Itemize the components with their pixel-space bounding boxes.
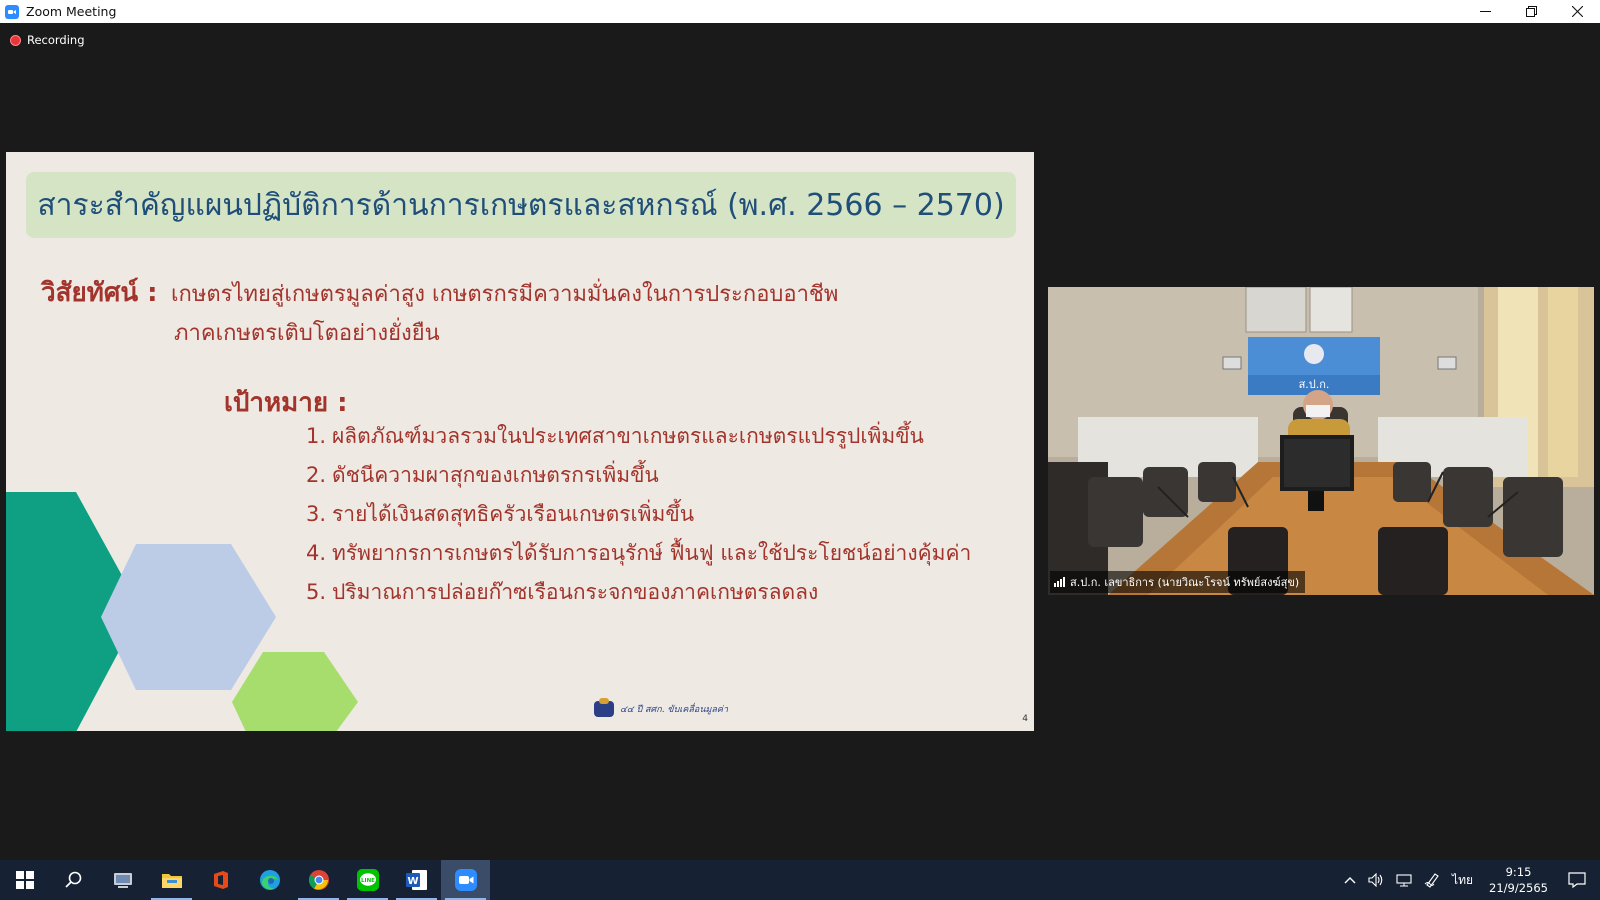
participant-name: ส.ป.ก. เลขาธิการ (นายวิณะโรจน์ ทรัพย์สงฆ… xyxy=(1070,576,1300,589)
vision-label: วิสัยทัศน์ : xyxy=(41,278,158,308)
goal-item: 2. ดัชนีความผาสุกของเกษตรกรเพิ่มขึ้น xyxy=(306,463,659,487)
svg-text:LINE: LINE xyxy=(361,878,375,884)
start-icon xyxy=(15,871,34,889)
clock-date: 21/9/2565 xyxy=(1489,881,1548,895)
recording-label: Recording xyxy=(27,33,85,47)
network-button[interactable] xyxy=(1390,860,1418,900)
minimize-button[interactable] xyxy=(1462,0,1508,23)
pen-icon xyxy=(1424,873,1439,888)
input-language-indicator[interactable]: ไทย xyxy=(1446,860,1479,900)
start-button[interactable] xyxy=(0,860,49,900)
line-icon: LINE xyxy=(356,869,379,891)
slide-header: สาระสำคัญแผนปฏิบัติการด้านการเกษตรและสหก… xyxy=(26,172,1016,238)
recording-indicator[interactable]: Recording xyxy=(10,33,85,47)
word-icon: W xyxy=(405,870,427,890)
speaker-icon xyxy=(1368,873,1383,887)
shared-screen-slide: สาระสำคัญแผนปฏิบัติการด้านการเกษตรและสหก… xyxy=(6,152,1034,731)
recording-dot-icon xyxy=(10,34,21,46)
pen-workspace-button[interactable] xyxy=(1418,860,1446,900)
show-hidden-icons-button[interactable] xyxy=(1338,860,1362,900)
oae-logo-icon xyxy=(594,698,614,717)
svg-text:W: W xyxy=(407,876,418,887)
taskbar-app-office[interactable] xyxy=(196,860,245,900)
file-explorer-icon xyxy=(161,874,182,888)
taskbar-clock[interactable]: 9:15 21/9/2565 xyxy=(1479,864,1558,896)
chevron-up-icon xyxy=(1344,877,1356,884)
network-app-icon xyxy=(113,873,132,888)
notification-icon xyxy=(1568,872,1586,888)
restore-icon xyxy=(1525,6,1537,17)
system-tray: ไทย 9:15 21/9/2565 xyxy=(1338,860,1600,900)
action-center-button[interactable] xyxy=(1558,860,1600,900)
goals-label: เป้าหมาย : xyxy=(224,388,348,418)
minimize-icon xyxy=(1479,11,1491,12)
taskbar-app-file-explorer[interactable] xyxy=(147,860,196,900)
volume-button[interactable] xyxy=(1362,860,1390,900)
close-button[interactable] xyxy=(1554,0,1600,23)
participant-name-tag: ส.ป.ก. เลขาธิการ (นายวิณะโรจน์ ทรัพย์สงฆ… xyxy=(1050,571,1306,593)
slide-footer-logo: ๔๔ ปี สศก. ขับเคลื่อนมูลค่า xyxy=(594,698,728,717)
goal-item: 4. ทรัพยากรการเกษตรได้รับการอนุรักษ์ ฟื้น… xyxy=(306,541,972,565)
edge-icon xyxy=(259,870,280,890)
taskbar-app-edge[interactable] xyxy=(245,860,294,900)
search-icon xyxy=(64,871,81,888)
network-icon xyxy=(1396,874,1412,887)
taskbar-app-line[interactable]: LINE xyxy=(343,860,392,900)
vision-text-line-1: เกษตรไทยสู่เกษตรมูลค่าสูง เกษตรกรมีความม… xyxy=(171,282,839,307)
slide-page-number: 4 xyxy=(1022,714,1028,724)
vision-text-line-2: ภาคเกษตรเติบโตอย่างยั่งยืน xyxy=(174,321,440,346)
slide-footer-text: ๔๔ ปี สศก. ขับเคลื่อนมูลค่า xyxy=(620,705,728,715)
clock-time: 9:15 xyxy=(1505,865,1532,879)
window-title-bar: Zoom Meeting xyxy=(0,0,1600,23)
chrome-icon xyxy=(308,870,329,890)
goal-item: 1. ผลิตภัณฑ์มวลรวมในประเทศสาขาเกษตรและเกษ… xyxy=(306,424,924,448)
close-icon xyxy=(1571,6,1583,17)
taskbar-app-chrome[interactable] xyxy=(294,860,343,900)
zoom-icon xyxy=(454,869,477,891)
window-title: Zoom Meeting xyxy=(26,4,117,19)
restore-button[interactable] xyxy=(1508,0,1554,23)
slide-title: สาระสำคัญแผนปฏิบัติการด้านการเกษตรและสหก… xyxy=(37,187,1005,223)
participant-video-tile[interactable]: ส.ป.ก. ส.ป.ก. เลขาธิการ (นายวิณะโรจน์ ทร… xyxy=(1048,287,1594,595)
taskbar-app-network[interactable] xyxy=(98,860,147,900)
decorative-hexagons xyxy=(6,492,358,731)
windows-taskbar: LINE W ไทย 9:15 21/9/2565 xyxy=(0,860,1600,900)
taskbar-app-word[interactable]: W xyxy=(392,860,441,900)
goal-item: 5. ปริมาณการปล่อยก๊าซเรือนกระจกของภาคเกษต… xyxy=(306,580,819,604)
room-sign-text: ส.ป.ก. xyxy=(1299,378,1330,391)
zoom-app-icon xyxy=(5,4,19,19)
taskbar-app-zoom[interactable] xyxy=(441,860,490,900)
office-icon xyxy=(213,871,228,889)
connection-signal-icon xyxy=(1054,577,1065,587)
meeting-room-video: ส.ป.ก. xyxy=(1048,287,1594,595)
search-button[interactable] xyxy=(49,860,98,900)
